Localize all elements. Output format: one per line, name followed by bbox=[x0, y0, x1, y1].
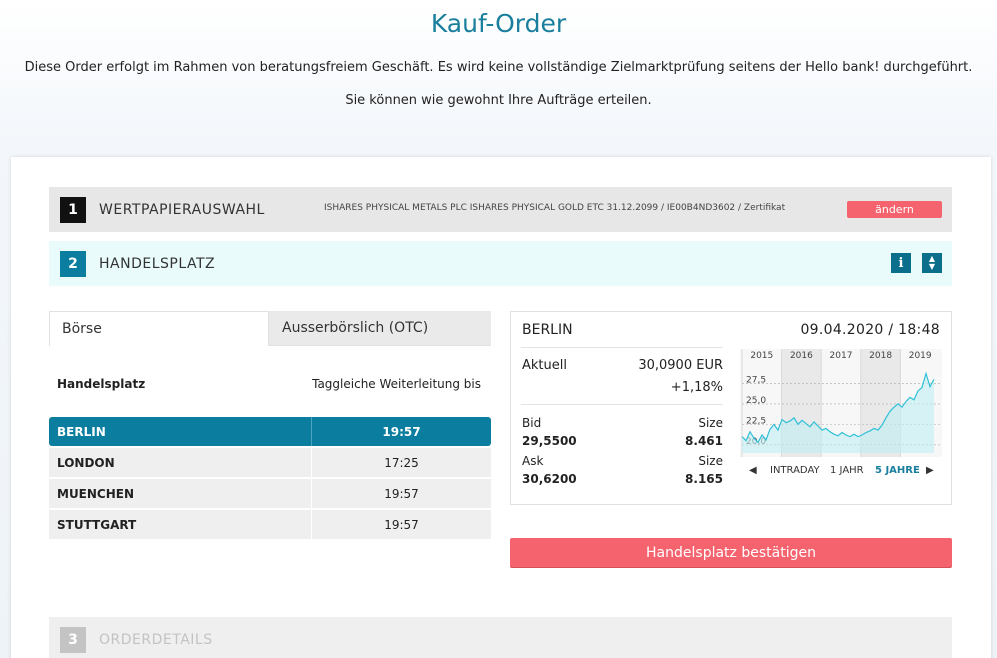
price-chart: 2015201620172018201920,022,525,027,5 bbox=[740, 349, 942, 457]
venue-row-berlin[interactable]: BERLIN 19:57 bbox=[49, 417, 491, 446]
info-notice: Sie können wie gewohnt Ihre Aufträge ert… bbox=[345, 93, 652, 108]
current-price: 30,0900 EUR bbox=[638, 358, 723, 373]
venue-name: STUTTGART bbox=[49, 510, 312, 539]
x-tick-label: 2017 bbox=[830, 351, 853, 361]
step-title: ORDERDETAILS bbox=[99, 631, 213, 648]
divider bbox=[521, 404, 723, 405]
step-order-details: 3 ORDERDETAILS bbox=[49, 617, 952, 658]
order-card: 1 WERTPAPIERAUSWAHL ISHARES PHYSICAL MET… bbox=[11, 157, 991, 658]
quote-panel: BERLIN 09.04.2020 / 18:48 Aktuell 30,090… bbox=[510, 311, 952, 505]
step-title: WERTPAPIERAUSWAHL bbox=[99, 201, 265, 218]
y-tick-label: 27,5 bbox=[746, 375, 766, 385]
venue-row-muenchen[interactable]: MUENCHEN 19:57 bbox=[49, 479, 491, 508]
tab-boerse[interactable]: Börse bbox=[49, 311, 269, 346]
range-intraday[interactable]: INTRADAY bbox=[770, 465, 820, 476]
page-title: Kauf-Order bbox=[430, 9, 567, 38]
y-tick-label: 25,0 bbox=[746, 396, 766, 406]
venue-time: 19:57 bbox=[384, 486, 419, 501]
venue-name: BERLIN bbox=[49, 417, 312, 446]
venue-time: 19:57 bbox=[384, 517, 419, 532]
y-tick-label: 22,5 bbox=[746, 416, 766, 426]
bid-price: 29,5500 bbox=[522, 434, 577, 448]
ask-size-label: Size bbox=[698, 454, 723, 468]
venue-row-stuttgart[interactable]: STUTTGART 19:57 bbox=[49, 510, 491, 539]
step-security-selection: 1 WERTPAPIERAUSWAHL ISHARES PHYSICAL MET… bbox=[49, 187, 952, 232]
ask-size: 8.165 bbox=[685, 472, 723, 486]
sort-toggle-icon[interactable]: ▲ ▼ bbox=[922, 253, 942, 273]
col-header-forward-time: Taggleiche Weiterleitung bis bbox=[312, 377, 481, 391]
bid-label: Bid bbox=[522, 416, 542, 430]
tab-otc[interactable]: Ausserbörslich (OTC) bbox=[269, 311, 491, 346]
ask-label: Ask bbox=[522, 454, 544, 468]
step-trading-venue: 2 HANDELSPLATZ i ▲ ▼ bbox=[49, 241, 952, 286]
x-tick-label: 2016 bbox=[790, 351, 813, 361]
quote-datetime: 09.04.2020 / 18:48 bbox=[800, 322, 940, 338]
change-button[interactable]: ändern bbox=[847, 201, 942, 218]
selected-security: ISHARES PHYSICAL METALS PLC ISHARES PHYS… bbox=[324, 203, 786, 213]
quote-venue: BERLIN bbox=[522, 322, 573, 338]
ask-price: 30,6200 bbox=[522, 472, 577, 486]
chart-range-nav: ◀ INTRADAY 1 JAHR 5 JAHRE ▶ bbox=[740, 462, 942, 478]
info-icon[interactable]: i bbox=[891, 253, 911, 273]
arrow-down-icon: ▼ bbox=[928, 262, 936, 271]
current-label: Aktuell bbox=[522, 358, 567, 373]
bid-size-label: Size bbox=[698, 416, 723, 430]
venue-name: MUENCHEN bbox=[49, 479, 312, 508]
step-number: 3 bbox=[60, 626, 86, 653]
bid-size: 8.461 bbox=[685, 434, 723, 448]
chevron-right-icon[interactable]: ▶ bbox=[926, 465, 934, 476]
x-tick-label: 2018 bbox=[869, 351, 892, 361]
venue-list: BERLIN 19:57 LONDON 17:25 MUENCHEN 19:57… bbox=[49, 417, 491, 541]
venue-tabs: Börse Ausserbörslich (OTC) bbox=[49, 311, 491, 346]
range-1-year[interactable]: 1 JAHR bbox=[830, 465, 864, 476]
col-header-venue: Handelsplatz bbox=[57, 377, 146, 391]
venue-time: 19:57 bbox=[382, 424, 421, 439]
chevron-left-icon[interactable]: ◀ bbox=[749, 465, 757, 476]
step-number: 1 bbox=[60, 196, 86, 223]
venue-name: LONDON bbox=[49, 448, 312, 477]
confirm-venue-button[interactable]: Handelsplatz bestätigen bbox=[510, 538, 952, 567]
step-number: 2 bbox=[60, 250, 86, 277]
divider bbox=[521, 347, 723, 348]
venue-time: 17:25 bbox=[384, 455, 419, 470]
range-5-years[interactable]: 5 JAHRE bbox=[875, 465, 920, 476]
step-title: HANDELSPLATZ bbox=[99, 255, 216, 272]
x-tick-label: 2015 bbox=[750, 351, 773, 361]
venue-row-london[interactable]: LONDON 17:25 bbox=[49, 448, 491, 477]
x-tick-label: 2019 bbox=[909, 351, 932, 361]
advice-notice: Diese Order erfolgt im Rahmen von beratu… bbox=[24, 60, 973, 75]
price-change: +1,18% bbox=[670, 380, 723, 395]
